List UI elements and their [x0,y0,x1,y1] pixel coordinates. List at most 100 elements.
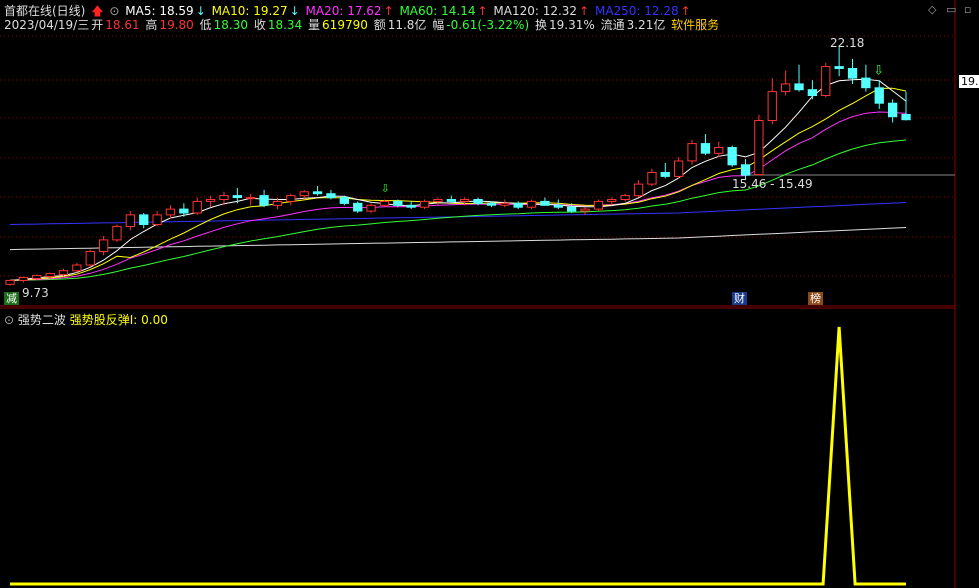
candle-body [406,204,416,208]
chg-label: 幅 [432,18,445,32]
low-annotation: 9.73 [22,286,49,300]
candle-body [821,66,831,96]
candle-body [807,89,818,96]
open-label: 开 [91,18,104,32]
ma60-line [9,139,907,281]
candle-body [794,83,804,91]
candle-body [379,200,390,206]
candle-body [206,199,216,202]
close-value: 18.34 [267,18,303,32]
candle-body [99,239,109,252]
candle-body [754,120,764,176]
down-arrow-marker: ⇩ [380,182,389,195]
candle-body [526,200,537,208]
candle-body [339,197,350,204]
candle-body [353,202,363,212]
candle-body [486,202,497,206]
candle-body [165,208,176,216]
candle-body [674,160,684,177]
ma20-line [9,111,907,281]
candle-body [259,195,269,206]
candle-body [714,147,724,154]
candle-body [781,83,791,93]
candle-body [139,214,149,225]
candle-body [192,200,202,214]
candle-body [72,264,82,272]
high-label: 高 [145,18,158,32]
candle-body [580,208,590,212]
candle-body [312,191,323,195]
candle-body [419,200,430,208]
candle-body [847,68,858,79]
price-tag: 19. [959,75,979,88]
candle-body [152,214,162,225]
indicator-collapse-icon[interactable]: ⊙ [4,313,14,327]
down-arrow-marker: ⇩ [873,63,884,78]
high-value: 19.80 [159,18,194,32]
float-label: 流通 [600,18,625,32]
candle-body [460,199,470,202]
candle-body [647,172,657,185]
candle-body [433,199,443,202]
candle-body [767,91,777,121]
candle-body [633,183,644,197]
minimize-icon[interactable]: ▭ [946,3,956,16]
candle-body [740,164,751,176]
candle-body [112,225,122,241]
candle-body [901,114,911,121]
vol-label: 量 [308,18,321,32]
candle-body [834,66,844,69]
candle-body [513,202,523,208]
tag-jian[interactable]: 减 [4,292,19,305]
quote-date: 2023/04/19/三 [4,18,90,32]
candle-body [246,197,256,200]
candle-body [5,279,15,285]
candle-body [861,77,871,89]
amt-label: 额 [373,18,386,32]
candle-body [393,200,403,206]
candle-body [18,277,29,281]
turn-value: 19.31% [549,18,595,32]
diamond-icon[interactable]: ◇ [928,3,936,16]
gap-annotation: 15.46 - 15.49 [732,177,813,191]
low-value: 18.30 [213,18,248,32]
candle-body [286,195,296,202]
tag-cai[interactable]: 财 [732,292,747,305]
candle-body [473,199,483,204]
candle-body [540,200,550,206]
candle-body [366,204,376,212]
turn-label: 换 [534,18,547,32]
candle-body [179,208,189,214]
candle-body [593,200,604,210]
high-annotation: 22.18 [830,36,865,50]
candle-body [700,143,711,154]
candle-body [232,195,242,199]
indicator-name: 强势二波 [17,313,66,327]
candle-body [125,214,135,227]
candle-body [272,200,283,206]
candle-body [500,202,510,206]
indicator-line [10,326,906,586]
low-label: 低 [199,18,212,32]
candle-body [326,193,336,199]
candle-body [553,204,564,208]
chart-canvas: ⇩⇩ [0,0,956,588]
candle-body [687,143,697,162]
candle-body [85,251,95,266]
sector-label[interactable]: 软件服务 [671,18,719,32]
tag-bang[interactable]: 榜 [808,292,823,305]
candle-body [567,206,577,212]
candle-body [620,195,630,201]
amt-value: 11.8亿 [387,18,427,32]
candle-body [446,199,457,202]
candle-body [32,275,42,280]
close-icon[interactable]: ▫ [964,3,971,16]
indicator-header: ⊙ 强势二波 强势股反弹I: 0.00 [4,311,168,328]
indicator-line-label: 强势股反弹I: 0.00 [69,313,168,327]
candle-body [660,172,670,177]
candle-body [219,195,229,201]
candle-body [888,102,898,118]
chg-value: -0.61(-3.22%) [446,18,530,32]
candle-body [45,273,55,278]
close-label: 收 [253,18,266,32]
